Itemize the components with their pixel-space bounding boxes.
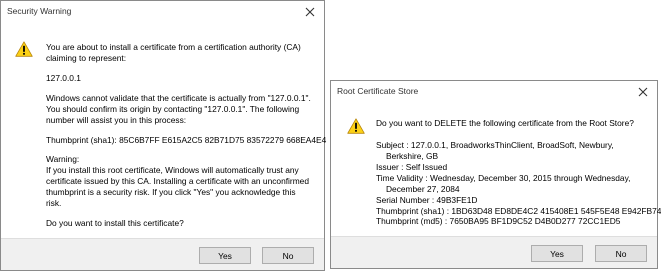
security-warning-dialog: Security Warning You are about to instal…	[0, 0, 326, 271]
warning-icon	[347, 118, 365, 134]
validate-line-1: Windows cannot validate that the certifi…	[46, 92, 311, 103]
validity-line-1: Time Validity : Wednesday, December 30, …	[376, 172, 631, 183]
ca-name: 127.0.0.1	[46, 72, 81, 83]
warning-line-2: certificate issued by this CA. Installin…	[46, 176, 310, 187]
warning-line-4: risk.	[46, 198, 62, 209]
thumbprint-sha1: Thumbprint (sha1) : 1BD63D48 ED8DE4C2 41…	[376, 205, 661, 216]
thumbprint: Thumbprint (sha1): 85C6B7FF E615A2C5 82B…	[46, 134, 327, 145]
serial-number: Serial Number : 49B3FE1D	[376, 194, 478, 205]
button-bar: Yes No	[1, 238, 324, 270]
dialog-title: Security Warning	[7, 6, 72, 16]
close-button[interactable]	[631, 83, 655, 100]
warning-icon	[15, 41, 33, 57]
title-bar: Security Warning	[1, 1, 324, 23]
close-icon	[305, 7, 315, 16]
close-button[interactable]	[298, 3, 322, 20]
validity-line-2: December 27, 2084	[386, 183, 460, 194]
title-bar: Root Certificate Store	[331, 81, 657, 103]
warning-line-1: If you install this root certificate, Wi…	[46, 165, 299, 176]
dialog-message: Do you want to DELETE the following cert…	[376, 118, 634, 129]
subject-line-1: Subject : 127.0.0.1, BroadworksThinClien…	[376, 140, 614, 150]
intro-line-2: claiming to represent:	[46, 52, 127, 63]
button-bar: Yes No	[331, 236, 657, 268]
warning-line-3: thumbprint is a security risk. If you cl…	[46, 187, 296, 198]
no-button[interactable]: No	[262, 247, 314, 264]
install-question: Do you want to install this certificate?	[46, 218, 184, 229]
yes-button[interactable]: Yes	[531, 245, 583, 262]
intro-line-1: You are about to install a certificate f…	[46, 42, 301, 52]
certificate-details: Subject : 127.0.0.1, BroadworksThinClien…	[376, 140, 661, 227]
yes-button[interactable]: Yes	[199, 247, 251, 264]
root-certificate-store-dialog: Root Certificate Store Do you want to DE…	[330, 80, 661, 269]
subject-line-2: Berkshire, GB	[386, 150, 439, 161]
dialog-message: You are about to install a certificate f…	[46, 42, 326, 229]
no-button[interactable]: No	[595, 245, 647, 262]
thumbprint-md5: Thumbprint (md5) : 7650BA95 BF1D9C52 D4B…	[376, 216, 621, 227]
warning-label: Warning:	[46, 154, 80, 165]
validate-line-3: number will assist you in this process:	[46, 114, 187, 125]
validate-line-2: You should confirm its origin by contact…	[46, 103, 300, 114]
close-icon	[638, 87, 648, 96]
delete-question: Do you want to DELETE the following cert…	[376, 118, 634, 128]
dialog-title: Root Certificate Store	[337, 86, 419, 96]
issuer: Issuer : Self Issued	[376, 161, 448, 172]
